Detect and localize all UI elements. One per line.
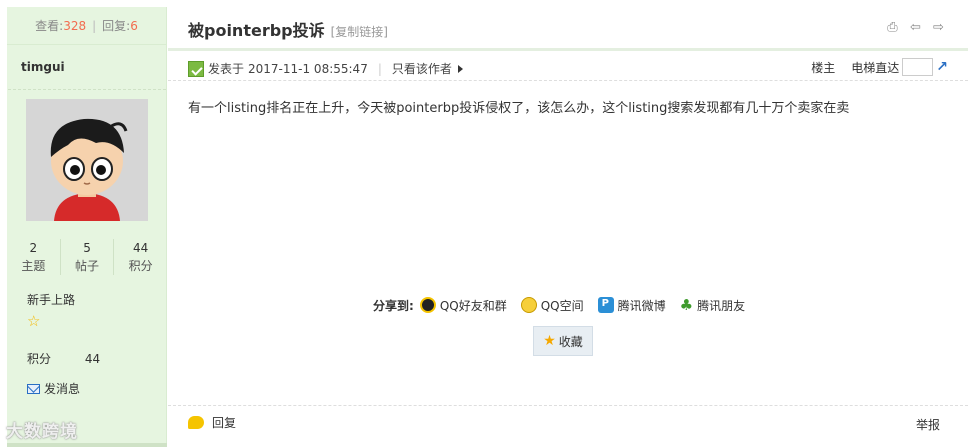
count-credits-label: 积分 [128, 259, 153, 273]
copy-link-button[interactable]: [复制链接] [331, 23, 388, 40]
footer-divider [168, 405, 968, 406]
count-posts[interactable]: 5 帖子 [61, 239, 115, 275]
views-count: 328 [63, 18, 87, 33]
thread-title-row: 被pointerbp投诉 [复制链接] [188, 17, 388, 41]
reply-button[interactable]: 回复 [188, 414, 236, 431]
print-icon[interactable]: ⎙ [885, 20, 900, 35]
share-qzone[interactable]: QQ空间 [520, 297, 584, 314]
rank-star-icon: ☆ [27, 312, 41, 330]
send-message-label: 发消息 [44, 382, 81, 396]
report-link[interactable]: 举报 [916, 416, 940, 433]
send-message-link[interactable]: 发消息 [27, 380, 80, 397]
posted-time: 2017-11-1 08:55:47 [248, 61, 368, 76]
favorite-button[interactable]: ★ 收藏 [533, 326, 593, 356]
reply-bubble-icon [188, 416, 204, 429]
watermark: 大数跨境 [6, 422, 78, 442]
count-credits[interactable]: 44 积分 [114, 239, 167, 275]
qzone-icon [520, 297, 537, 313]
avatar-image [26, 99, 148, 221]
posted-label: 发表于 [208, 62, 245, 76]
views-label: 查看: [35, 19, 64, 33]
mail-icon [27, 383, 40, 394]
jump-floor-input[interactable] [902, 58, 934, 76]
favorite-star-icon: ★ [543, 333, 556, 349]
share-tencent-friends-label: 腾讯朋友 [697, 298, 746, 313]
user-rank[interactable]: 新手上路 [27, 291, 75, 308]
sidebar-bottom-strip [7, 443, 167, 447]
floor-controls: 楼主 电梯直达 ↗ [811, 58, 948, 76]
count-threads[interactable]: 2 主题 [7, 239, 61, 275]
meta-separator: | [377, 61, 382, 76]
share-bar: 分享到: QQ好友和群 QQ空间 腾讯微博 ♣ 腾讯朋友 [373, 296, 759, 314]
replies-label: 回复: [102, 19, 131, 33]
only-author-link[interactable]: 只看该作者 [392, 60, 452, 77]
avatar[interactable] [26, 99, 148, 221]
reply-label: 回复 [212, 416, 237, 430]
share-qq-friends-label: QQ好友和群 [439, 298, 507, 313]
share-tencent-weibo[interactable]: 腾讯微博 [597, 297, 666, 314]
author-counts: 2 主题 5 帖子 44 积分 [7, 239, 167, 275]
count-threads-value: 2 [29, 241, 38, 255]
favorite-label: 收藏 [558, 334, 583, 349]
count-credits-value: 44 [133, 241, 149, 255]
thread-stats: 查看: 328 | 回复: 6 [7, 7, 166, 45]
username-divider [8, 89, 166, 90]
clover-icon: ♣ [679, 296, 694, 314]
credit-value: 44 [84, 352, 101, 366]
floor-label: 楼主 [811, 60, 836, 75]
author-username[interactable]: timgui [21, 60, 65, 74]
page-title: 被pointerbp投诉 [188, 21, 325, 40]
share-tencent-weibo-label: 腾讯微博 [617, 298, 666, 313]
online-status-icon [188, 60, 204, 77]
share-label: 分享到: [373, 298, 414, 313]
share-qq-friends[interactable]: QQ好友和群 [419, 297, 507, 314]
meta-divider [168, 80, 968, 81]
count-posts-label: 帖子 [75, 259, 100, 273]
qq-icon [419, 297, 436, 313]
thread-tools: ⎙ ⇦ ⇨ [885, 20, 946, 35]
triangle-right-icon [457, 64, 463, 73]
previous-thread-icon[interactable]: ⇦ [908, 20, 923, 35]
share-tencent-friends[interactable]: ♣ 腾讯朋友 [680, 296, 745, 314]
share-qzone-label: QQ空间 [540, 298, 584, 313]
count-threads-label: 主题 [21, 259, 46, 273]
credit-label: 积分 [27, 352, 52, 366]
post-content: 有一个listing排名正在上升，今天被pointerbp投诉侵权了，该怎么办，… [188, 101, 850, 116]
author-sidebar: 查看: 328 | 回复: 6 timgui 2 主题 5 帖子 44 积分 新… [7, 7, 167, 447]
stats-separator: | [92, 18, 97, 33]
credit-row: 积分 44 [27, 350, 100, 367]
count-posts-value: 5 [83, 241, 91, 255]
jump-floor-label: 电梯直达 [851, 60, 900, 75]
replies-count: 6 [130, 18, 138, 33]
title-divider [168, 48, 968, 51]
jump-go-icon[interactable]: ↗ [936, 59, 948, 75]
next-thread-icon[interactable]: ⇨ [931, 20, 946, 35]
tencent-weibo-icon [597, 297, 614, 313]
post-meta: 发表于 2017-11-1 08:55:47 | 只看该作者 [188, 60, 463, 77]
post-area: 被pointerbp投诉 [复制链接] ⎙ ⇦ ⇨ 发表于 2017-11-1 … [168, 7, 968, 447]
